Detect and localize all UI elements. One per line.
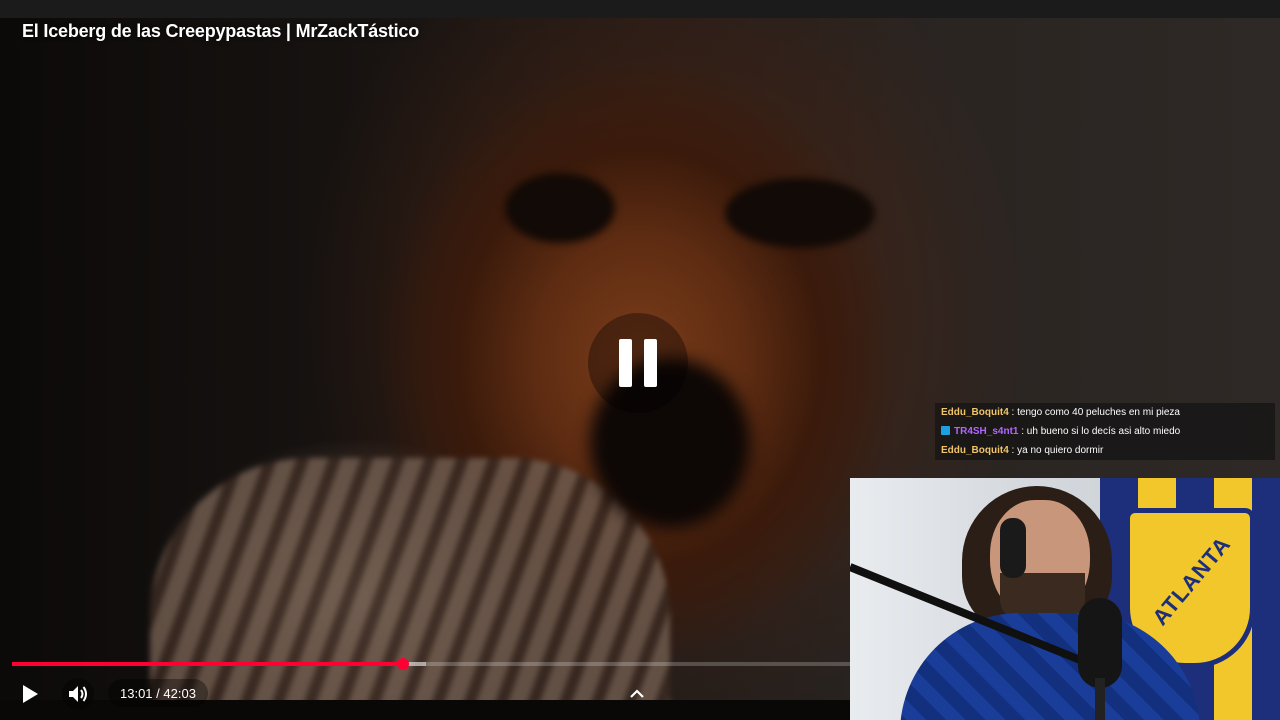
headphones [1000,518,1026,578]
video-title: El Iceberg de las Creepypastas | MrZackT… [22,21,420,41]
volume-button[interactable] [62,678,94,710]
pause-icon [619,339,632,387]
chat-message: TR4SH_s4nt1 : uh bueno si lo decís asi a… [935,422,1275,441]
player-controls: 13:01 / 42:03 [0,674,850,714]
expand-button[interactable] [621,678,653,710]
video-scene-eye-left [505,173,615,243]
video-scene-eye-right [725,178,875,248]
webcam-overlay: ATLANTA [850,478,1280,720]
top-strip [0,0,1280,18]
chat-badge-icon [941,426,950,435]
chat-username: TR4SH_s4nt1 [954,426,1019,437]
volume-icon [69,686,87,702]
chat-text: : ya no quiero dormir [1008,445,1104,456]
chat-overlay: Eddu_Boquit4 : tengo como 40 peluches en… [935,403,1275,460]
microphone [1078,598,1122,688]
chevron-up-icon [630,689,644,698]
time-display: 13:01 / 42:03 [108,679,208,707]
play-icon [23,685,38,703]
duration: 42:03 [163,685,196,701]
chat-username: Eddu_Boquit4 [941,407,1009,418]
center-pause-button[interactable] [588,313,688,413]
progress-played [12,662,404,666]
current-time: 13:01 [120,685,153,701]
chat-text: : uh bueno si lo decís asi alto miedo [1018,426,1181,437]
chat-text: : tengo como 40 peluches en mi pieza [1008,407,1180,418]
time-separator: / [152,685,164,701]
chat-message: Eddu_Boquit4 : ya no quiero dormir [935,441,1275,460]
mic-stand [1095,678,1105,720]
progress-bar[interactable] [12,658,850,670]
play-button[interactable] [14,678,46,710]
progress-scrubber-handle[interactable] [397,658,410,670]
chat-message: Eddu_Boquit4 : tengo como 40 peluches en… [935,403,1275,422]
chat-username: Eddu_Boquit4 [941,445,1009,456]
